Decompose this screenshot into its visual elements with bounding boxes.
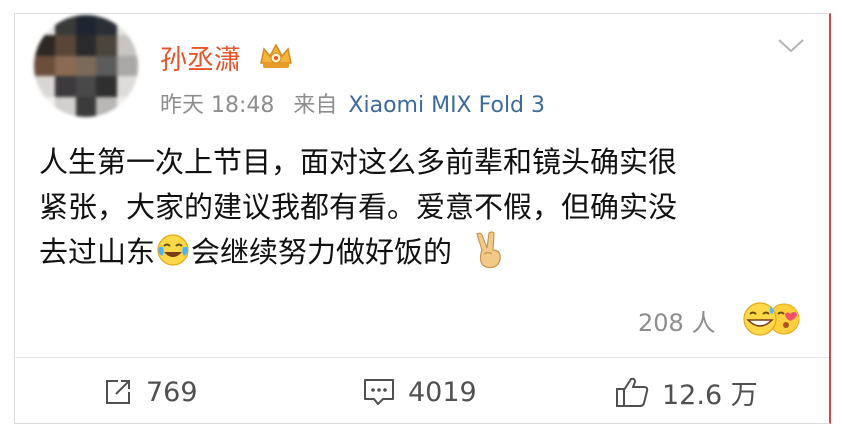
thumbs-up-icon xyxy=(616,377,649,407)
content-line-3-start: 去过山东 xyxy=(39,235,156,269)
post-content: 人生第一次上节目，面对这么多前辈和镜头确实很 紧张，大家的建议我都有看。爱意不假… xyxy=(39,140,799,275)
reaction-count: 208 人 xyxy=(638,309,716,337)
source-device-link[interactable]: Xiaomi MIX Fold 3 xyxy=(348,93,545,118)
reaction-emoji-icons xyxy=(743,302,800,336)
post-meta: 昨天 18:48 来自 Xiaomi MIX Fold 3 xyxy=(160,87,545,119)
author-name[interactable]: 孙丞潇 xyxy=(160,38,241,77)
comment-icon xyxy=(364,379,394,405)
comment-button[interactable]: 4019 xyxy=(362,372,477,412)
content-line-3: 去过山东 会继续努力做好饭的 xyxy=(39,230,799,275)
content-line-3-end: 会继续努力做好饭的 xyxy=(191,235,453,269)
content-line: 紧张，大家的建议我都有看。爱意不假，但确实没 xyxy=(39,190,678,224)
grinning-sweat-emoji xyxy=(743,302,777,336)
comment-count: 4019 xyxy=(408,376,477,408)
like-button[interactable]: 12.6 万 xyxy=(614,372,758,412)
crying-laughing-emoji xyxy=(157,234,189,266)
repost-button[interactable]: 769 xyxy=(102,372,198,412)
author-avatar[interactable] xyxy=(34,15,138,117)
repost-count: 769 xyxy=(146,376,198,408)
like-count: 12.6 万 xyxy=(662,379,758,411)
chevron-down-icon[interactable] xyxy=(777,37,805,55)
action-bar-divider xyxy=(14,357,829,358)
victory-hand-emoji xyxy=(476,231,501,269)
post-time: 昨天 18:48 xyxy=(160,93,275,118)
content-line: 人生第一次上节目，面对这么多前辈和镜头确实很 xyxy=(39,145,678,179)
repost-icon xyxy=(106,380,130,404)
vip-crown-icon xyxy=(260,43,292,68)
source-prefix: 来自 xyxy=(293,93,338,118)
